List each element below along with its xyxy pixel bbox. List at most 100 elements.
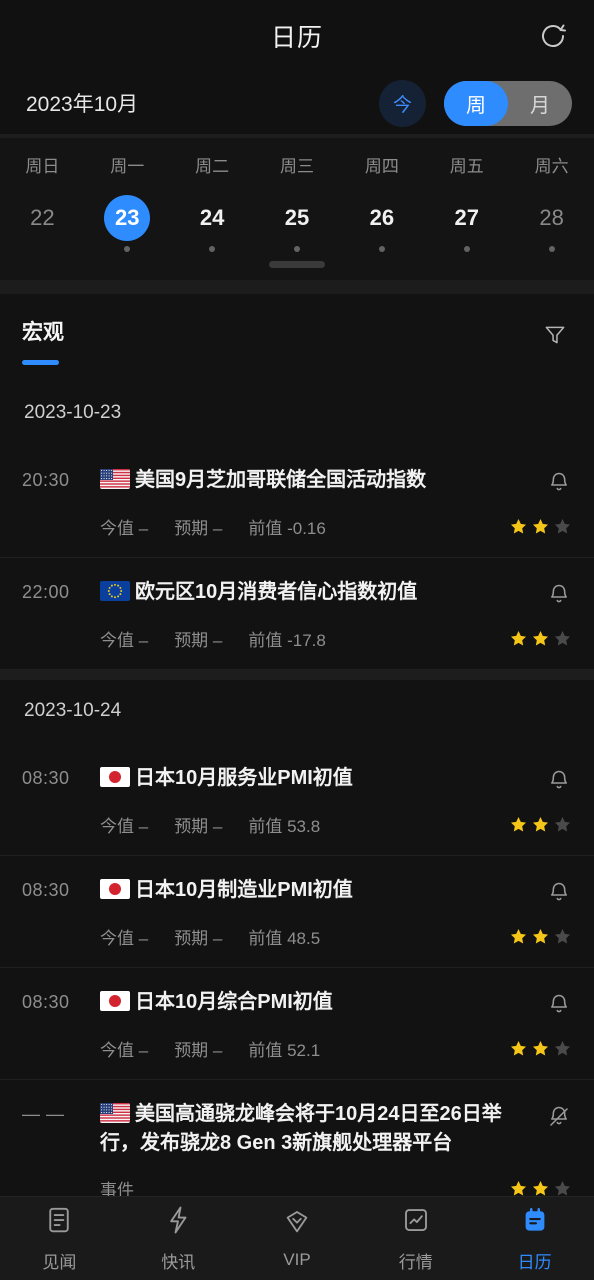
day-number[interactable]: 25 [274, 195, 320, 241]
tab-日历[interactable]: 日历 [475, 1197, 594, 1280]
day-event-dot-wrap [339, 241, 424, 257]
day-number[interactable]: 24 [189, 195, 235, 241]
weekday-header-row: 周日 周一 周二 周三 周四 周五 周六 [0, 152, 594, 195]
section-divider [0, 280, 594, 294]
event-title[interactable]: 美国高通骁龙峰会将于10月24日至26日举行，发布骁龙8 Gen 3新旗舰处理器… [100, 1100, 536, 1158]
day-number-wrap: 28 [509, 195, 594, 241]
jp-flag [100, 879, 130, 899]
bottom-tab-bar[interactable]: 见闻 快讯 VIP 行情 日历 [0, 1196, 594, 1280]
event-title[interactable]: 美国9月芝加哥联储全国活动指数 [100, 466, 536, 495]
day-number[interactable]: 28 [529, 195, 575, 241]
week-day-cell-28[interactable]: 28 [509, 195, 594, 257]
event-title-line: 日本10月综合PMI初值 [100, 988, 572, 1018]
week-day-cell-24[interactable]: 24 [170, 195, 255, 257]
star-icon [532, 817, 549, 832]
day-number-wrap: 23 [85, 195, 170, 241]
bell-icon[interactable] [536, 988, 572, 1018]
day-number[interactable]: 23 [104, 195, 151, 241]
star-icon [554, 631, 571, 646]
day-event-dot [463, 246, 470, 252]
event-list[interactable]: 2023-10-23 20:30 美国9月芝加哥联储全国活动指数 今值 – 预期 – 前值… [0, 382, 594, 1220]
refresh-icon[interactable] [534, 17, 572, 55]
market-icon [401, 1205, 431, 1240]
star-icon [532, 929, 549, 944]
star-icon [532, 519, 549, 534]
event-row[interactable]: 08:30 日本10月制造业PMI初值 今值 – 预期 – 前值 48.5 [0, 856, 594, 968]
bell-icon[interactable] [536, 876, 572, 906]
day-event-dot-wrap [509, 241, 594, 257]
tab-macro[interactable]: 宏观 [22, 316, 64, 365]
view-mode-toggle[interactable]: 周 月 [444, 80, 572, 126]
toggle-month[interactable]: 月 [508, 81, 572, 126]
tab-label: 见闻 [42, 1252, 77, 1272]
event-importance-rating [509, 629, 572, 648]
event-title[interactable]: 欧元区10月消费者信心指数初值 [100, 578, 536, 607]
event-body: 欧元区10月消费者信心指数初值 今值 – 预期 – 前值 -17.8 [100, 578, 572, 651]
event-row[interactable]: 20:30 美国9月芝加哥联储全国活动指数 今值 – 预期 – 前值 -0.16 [0, 446, 594, 558]
tab-label: 行情 [398, 1252, 433, 1272]
event-meta-item: 前值 -17.8 [248, 631, 326, 650]
day-event-dot-wrap [424, 241, 509, 257]
weekday-text: 周一 [110, 157, 145, 176]
event-meta-values: 今值 – 预期 – 前值 52.1 [100, 1036, 509, 1061]
day-event-dot-wrap [0, 241, 85, 257]
day-number[interactable]: 27 [444, 195, 490, 241]
event-meta-item: 预期 – [174, 817, 223, 836]
event-row[interactable]: 22:00 欧元区10月消费者信心指数初值 今值 – 预期 – 前值 -17.8 [0, 558, 594, 670]
day-number[interactable]: 22 [19, 195, 65, 241]
star-icon [510, 929, 527, 944]
event-meta-values: 今值 – 预期 – 前值 -0.16 [100, 514, 509, 539]
week-day-cell-22[interactable]: 22 [0, 195, 85, 257]
event-row[interactable]: 08:30 日本10月服务业PMI初值 今值 – 预期 – 前值 53.8 [0, 744, 594, 856]
event-title[interactable]: 日本10月综合PMI初值 [100, 988, 536, 1017]
week-day-row[interactable]: 22 23 24 25 26 27 28 [0, 195, 594, 257]
bell-icon[interactable] [536, 466, 572, 496]
event-title[interactable]: 日本10月制造业PMI初值 [100, 876, 536, 905]
week-day-cell-26[interactable]: 26 [339, 195, 424, 257]
event-meta-item: 前值 48.5 [248, 929, 321, 948]
event-row[interactable]: 08:30 日本10月综合PMI初值 今值 – 预期 – 前值 52.1 [0, 968, 594, 1080]
weekday-label-5: 周五 [424, 152, 509, 195]
filter-icon[interactable] [538, 318, 572, 352]
bell-icon[interactable] [536, 578, 572, 608]
week-expand-handle[interactable] [0, 257, 594, 272]
tab-行情[interactable]: 行情 [356, 1197, 475, 1280]
event-meta-values: 今值 – 预期 – 前值 -17.8 [100, 626, 509, 651]
day-number-wrap: 24 [170, 195, 255, 241]
page-title: 日历 [270, 24, 323, 52]
week-day-cell-27[interactable]: 27 [424, 195, 509, 257]
event-meta-item: 预期 – [174, 1041, 223, 1060]
date-group-heading: 2023-10-23 [0, 382, 594, 446]
weekday-text: 周二 [195, 157, 230, 176]
event-importance-rating [509, 927, 572, 946]
tab-见闻[interactable]: 见闻 [0, 1197, 119, 1280]
month-bar: 2023年10月 今 周 月 [0, 72, 594, 134]
day-event-dot [378, 246, 385, 252]
us-flag [100, 469, 130, 489]
weekday-text: 周五 [449, 157, 484, 176]
event-body: 美国高通骁龙峰会将于10月24日至26日举行，发布骁龙8 Gen 3新旗舰处理器… [100, 1100, 572, 1201]
day-number[interactable]: 26 [359, 195, 405, 241]
bell-off-icon[interactable] [536, 1100, 572, 1130]
tab-VIP[interactable]: VIP [238, 1197, 357, 1280]
bell-icon[interactable] [536, 764, 572, 794]
jp-flag [100, 767, 130, 787]
weekday-label-6: 周六 [509, 152, 594, 195]
today-button[interactable]: 今 [379, 79, 426, 127]
day-event-dot-wrap [255, 241, 340, 257]
weekday-text: 周三 [280, 157, 314, 176]
flash-icon [163, 1205, 193, 1240]
event-title[interactable]: 日本10月服务业PMI初值 [100, 764, 536, 793]
toggle-week[interactable]: 周 [444, 80, 508, 126]
today-button-label: 今 [392, 94, 412, 116]
event-meta-row: 今值 – 预期 – 前值 52.1 [100, 1036, 572, 1061]
tab-快讯[interactable]: 快讯 [119, 1197, 238, 1280]
tab-label: 快讯 [161, 1252, 196, 1272]
tab-active-indicator [22, 360, 59, 365]
weekday-text: 周六 [534, 157, 569, 176]
event-body: 日本10月综合PMI初值今值 – 预期 – 前值 52.1 [100, 988, 572, 1061]
week-day-cell-23[interactable]: 23 [85, 195, 170, 257]
week-day-cell-25[interactable]: 25 [255, 195, 340, 257]
week-strip[interactable]: 周日 周一 周二 周三 周四 周五 周六 22 23 24 25 26 27 28 [0, 138, 594, 280]
event-meta-item: 预期 – [174, 631, 223, 650]
